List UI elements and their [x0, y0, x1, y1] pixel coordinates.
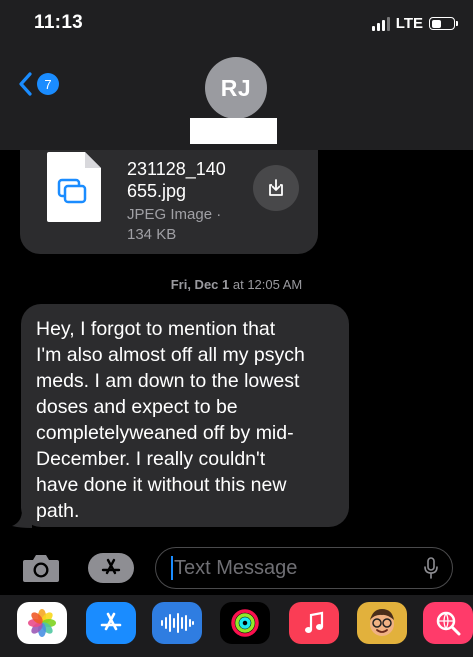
camera-icon[interactable] — [22, 553, 60, 583]
message-input[interactable]: Text Message — [155, 547, 453, 589]
message-line: December. I really couldn't — [36, 448, 266, 470]
text-cursor — [171, 556, 173, 580]
message-input-placeholder: Text Message — [174, 556, 298, 579]
music-app-icon[interactable] — [289, 602, 339, 644]
chevron-left-icon — [19, 72, 32, 96]
message-line: Hey, I forgot to mention that — [36, 318, 276, 340]
photos-app-icon[interactable] — [17, 602, 67, 644]
activity-rings-icon — [231, 609, 259, 637]
back-button[interactable]: 7 — [18, 72, 59, 96]
app-drawer — [0, 595, 473, 657]
memoji-app-icon[interactable] — [357, 602, 407, 644]
network-label: LTE — [395, 15, 423, 32]
audio-message-app-icon[interactable] — [152, 602, 202, 644]
search-images-app-icon[interactable] — [423, 602, 473, 644]
message-line: have done it without this new — [36, 474, 287, 496]
message-timestamp: Fri, Dec 1 at 12:05 AM — [170, 277, 303, 292]
message-line: I'm also almost off all my psych — [36, 344, 305, 366]
memoji-face-icon — [370, 609, 394, 636]
magnifier-globe-icon — [436, 611, 461, 636]
bubble-tail — [12, 510, 32, 528]
conversation-header: 11:13 LTE 7 RJ — [0, 0, 473, 150]
contact-name-redacted[interactable] — [190, 118, 277, 144]
incoming-message-bubble[interactable]: Hey, I forgot to mention that I'm also a… — [21, 304, 349, 527]
message-line: path. — [36, 500, 80, 522]
status-indicators: LTE — [371, 15, 458, 32]
microphone-icon[interactable] — [424, 557, 438, 579]
unread-count-badge: 7 — [37, 73, 59, 95]
contact-avatar[interactable]: RJ — [205, 57, 267, 119]
message-line: meds. I am down to the lowest — [36, 370, 300, 392]
app-store-icon — [101, 558, 121, 575]
app-store-a-icon — [100, 612, 122, 631]
download-icon — [269, 179, 283, 196]
image-file-icon — [47, 152, 101, 222]
message-line: doses and expect to be — [36, 396, 238, 418]
battery-icon — [429, 17, 458, 30]
status-time: 11:13 — [34, 12, 84, 33]
waveform-icon — [161, 613, 194, 633]
photos-icon — [28, 609, 56, 637]
app-store-app-icon[interactable] — [86, 602, 136, 644]
attachment-filename: 231128_140 655.jpg — [127, 159, 226, 201]
attachment-meta: JPEG Image · 134 KB — [127, 206, 222, 243]
message-line: completelyweaned off by mid- — [36, 422, 294, 444]
signal-icon — [371, 16, 390, 31]
attachment-bubble[interactable]: 231128_140 655.jpg JPEG Image · 134 KB — [20, 150, 318, 254]
download-button[interactable] — [253, 165, 299, 211]
music-note-icon — [305, 611, 324, 633]
activity-app-icon[interactable] — [220, 602, 270, 644]
app-store-button[interactable] — [88, 553, 134, 583]
